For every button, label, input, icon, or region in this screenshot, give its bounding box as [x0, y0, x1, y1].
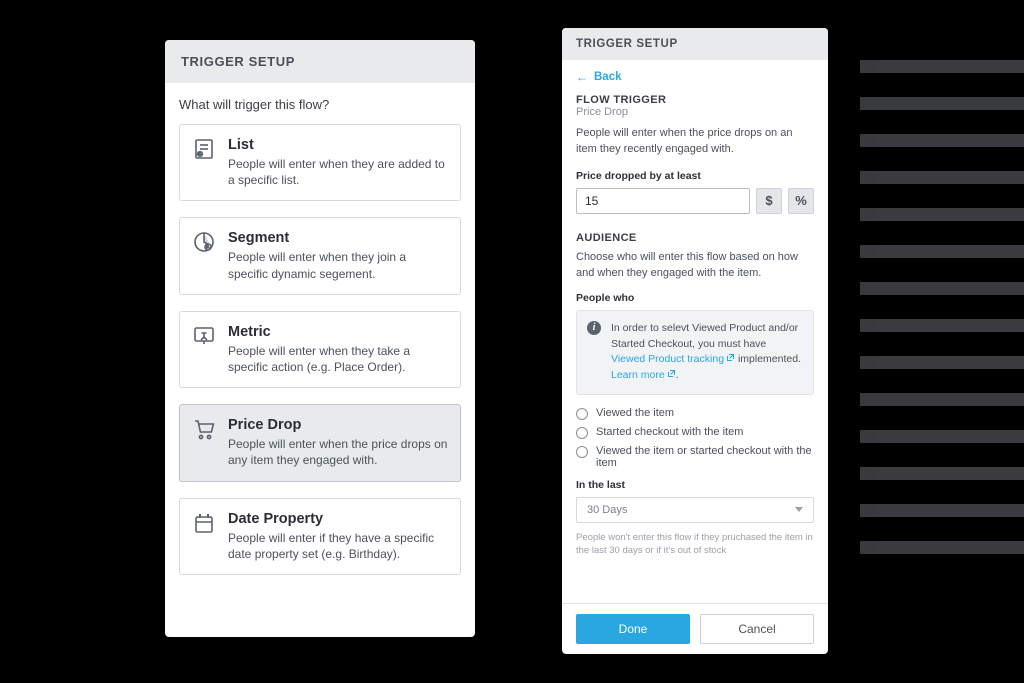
option-desc: People will enter when the price drops o…	[228, 436, 448, 468]
in-the-last-select[interactable]: 30 Days	[576, 497, 814, 523]
option-title: Segment	[228, 230, 448, 246]
radio-icon	[576, 408, 588, 420]
segment-icon	[192, 230, 216, 254]
option-desc: People will enter when they take a speci…	[228, 343, 448, 375]
in-the-last-label: In the last	[576, 479, 814, 491]
price-drop-input[interactable]	[576, 188, 750, 214]
audience-heading: AUDIENCE	[576, 232, 814, 244]
metric-icon	[192, 324, 216, 348]
radio-icon	[576, 446, 588, 458]
notice-text: implemented.	[735, 353, 801, 365]
flow-trigger-desc: People will enter when the price drops o…	[576, 126, 814, 158]
radio-label: Started checkout with the item	[596, 426, 743, 438]
trigger-prompt: What will trigger this flow?	[179, 97, 461, 112]
select-value: 30 Days	[587, 504, 627, 516]
price-drop-icon	[192, 417, 216, 441]
date-prop-icon	[192, 511, 216, 535]
trigger-option-date-property[interactable]: Date Property People will enter if they h…	[179, 498, 461, 575]
external-link-icon	[667, 369, 676, 378]
trigger-option-segment[interactable]: Segment People will enter when they join …	[179, 217, 461, 294]
cancel-button[interactable]: Cancel	[700, 614, 814, 644]
tracking-notice: i In order to selevt Viewed Product and/…	[576, 310, 814, 395]
done-button[interactable]: Done	[576, 614, 690, 644]
radio-icon	[576, 427, 588, 439]
radio-label: Viewed the item	[596, 407, 674, 419]
info-icon: i	[587, 321, 601, 335]
list-icon	[192, 137, 216, 161]
trigger-option-list[interactable]: List People will enter when they are adde…	[179, 124, 461, 201]
back-label: Back	[594, 71, 622, 83]
flow-trigger-heading: FLOW TRIGGER	[576, 94, 814, 106]
option-title: Metric	[228, 324, 448, 340]
trigger-options-panel: TRIGGER SETUP What will trigger this flo…	[165, 40, 475, 637]
trigger-option-price-drop[interactable]: Price Drop People will enter when the pri…	[179, 404, 461, 481]
panel-header: TRIGGER SETUP	[562, 28, 828, 60]
audience-radio-option[interactable]: Started checkout with the item	[576, 426, 814, 439]
option-desc: People will enter if they have a specifi…	[228, 530, 448, 562]
people-who-label: People who	[576, 292, 814, 304]
viewed-product-tracking-link[interactable]: Viewed Product tracking	[611, 353, 735, 365]
arrow-left-icon: ←	[576, 70, 588, 84]
flow-trigger-name: Price Drop	[576, 106, 814, 118]
price-field-label: Price dropped by at least	[576, 170, 814, 182]
trigger-config-panel: TRIGGER SETUP ← Back FLOW TRIGGER Price …	[562, 28, 828, 654]
option-desc: People will enter when they join a speci…	[228, 249, 448, 281]
panel-header: TRIGGER SETUP	[165, 40, 475, 83]
learn-more-link[interactable]: Learn more	[611, 369, 676, 381]
option-title: List	[228, 137, 448, 153]
option-desc: People will enter when they are added to…	[228, 156, 448, 188]
chevron-down-icon	[795, 507, 803, 512]
panel-footer: Done Cancel	[562, 603, 828, 654]
unit-dollar-button[interactable]: $	[756, 188, 782, 214]
external-link-icon	[726, 353, 735, 362]
background-stripes	[860, 60, 1024, 578]
audience-radio-option[interactable]: Viewed the item or started checkout with…	[576, 445, 814, 469]
radio-label: Viewed the item or started checkout with…	[596, 445, 814, 469]
trigger-option-metric[interactable]: Metric People will enter when they take a…	[179, 311, 461, 388]
entry-fineprint: People won't enter this flow if they pru…	[576, 531, 814, 558]
unit-percent-button[interactable]: %	[788, 188, 814, 214]
option-title: Price Drop	[228, 417, 448, 433]
back-button[interactable]: ← Back	[576, 70, 814, 84]
notice-text: .	[676, 369, 679, 381]
option-title: Date Property	[228, 511, 448, 527]
audience-radio-option[interactable]: Viewed the item	[576, 407, 814, 420]
notice-text: In order to selevt Viewed Product and/or…	[611, 322, 798, 350]
audience-desc: Choose who will enter this flow based on…	[576, 250, 814, 282]
